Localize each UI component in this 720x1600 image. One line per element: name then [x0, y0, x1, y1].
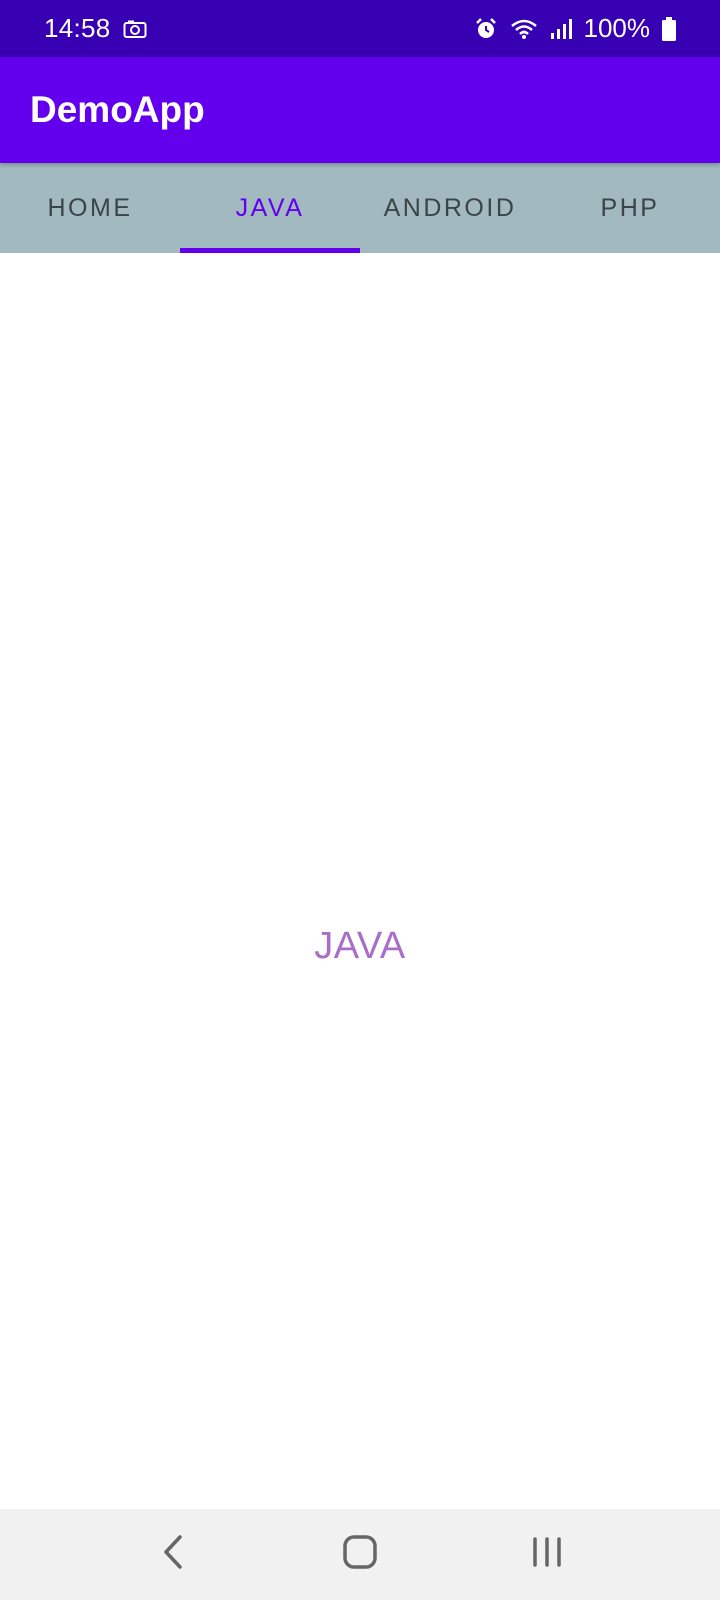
battery-percent: 100% [583, 13, 651, 43]
tab-bar: HOME JAVA ANDROID PHP [0, 163, 720, 253]
status-bar: 14:58 100% [0, 0, 720, 57]
back-button[interactable] [133, 1525, 213, 1585]
tab-content: JAVA [0, 253, 720, 1509]
content-label: JAVA [314, 924, 406, 967]
signal-icon [550, 18, 572, 40]
screen: 14:58 100% DemoApp HOME JAVA ANDROID PHP… [0, 0, 720, 1600]
home-button[interactable] [320, 1525, 400, 1585]
battery-icon [662, 16, 676, 41]
app-title: DemoApp [30, 89, 205, 130]
app-bar: DemoApp [0, 57, 720, 163]
status-left: 14:58 [44, 13, 147, 44]
recents-icon [531, 1536, 563, 1573]
tab-php[interactable]: PHP [540, 163, 720, 253]
alarm-icon [474, 17, 498, 41]
status-right: 100% [474, 13, 676, 44]
recents-button[interactable] [507, 1525, 587, 1585]
camera-icon [123, 19, 147, 39]
tab-home[interactable]: HOME [0, 163, 180, 253]
home-icon [343, 1535, 377, 1574]
tab-android[interactable]: ANDROID [360, 163, 540, 253]
tab-java[interactable]: JAVA [180, 163, 360, 253]
status-time: 14:58 [44, 13, 111, 43]
navigation-bar [0, 1509, 720, 1600]
wifi-icon [510, 18, 538, 40]
back-icon [162, 1535, 184, 1574]
